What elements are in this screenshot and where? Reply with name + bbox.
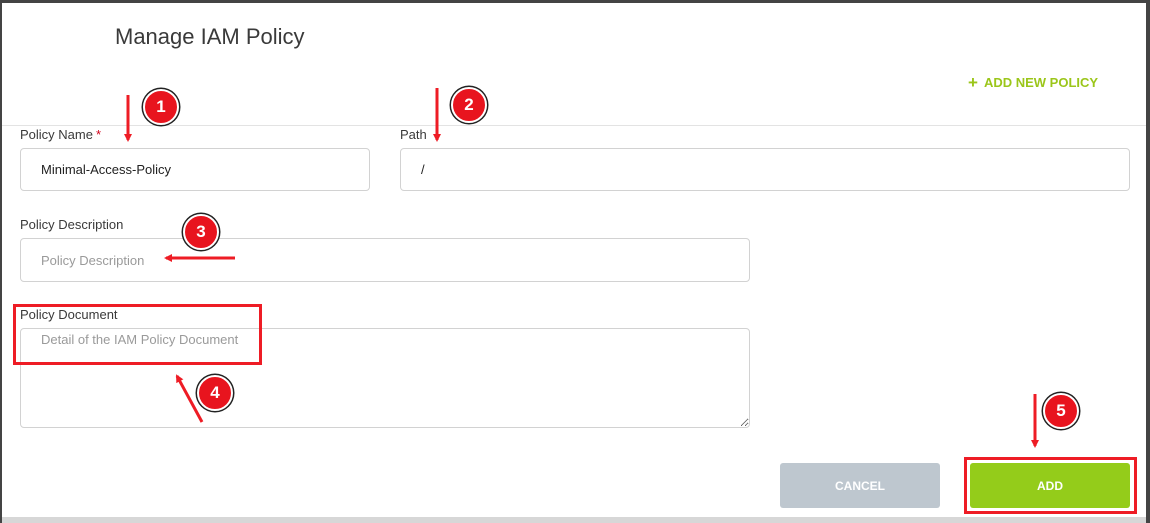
bottom-scroll-edge <box>2 517 1146 523</box>
policy-name-input[interactable] <box>20 148 370 191</box>
policy-name-label-text: Policy Name <box>20 127 93 142</box>
annotation-badge-2: 2 <box>451 87 487 123</box>
annotation-badge-1: 1 <box>143 89 179 125</box>
path-input[interactable] <box>400 148 1130 191</box>
page-title: Manage IAM Policy <box>115 24 305 49</box>
policy-description-input[interactable] <box>20 238 750 282</box>
annotation-highlight-policy-document <box>13 304 262 365</box>
required-marker: * <box>95 127 102 142</box>
path-label: Path <box>400 127 427 142</box>
annotation-badge-3: 3 <box>183 214 219 250</box>
add-new-policy-label: ADD NEW POLICY <box>983 75 1099 90</box>
annotation-highlight-add-button <box>964 457 1137 514</box>
plus-icon: + <box>968 72 978 92</box>
annotation-badge-4: 4 <box>197 375 233 411</box>
policy-name-label: Policy Name * <box>20 127 101 142</box>
add-new-policy-link[interactable]: + ADD NEW POLICY <box>968 72 1099 92</box>
policy-description-label: Policy Description <box>20 217 124 232</box>
header-divider <box>2 125 1146 126</box>
cancel-button[interactable]: CANCEL <box>780 463 940 508</box>
annotation-badge-5: 5 <box>1043 393 1079 429</box>
